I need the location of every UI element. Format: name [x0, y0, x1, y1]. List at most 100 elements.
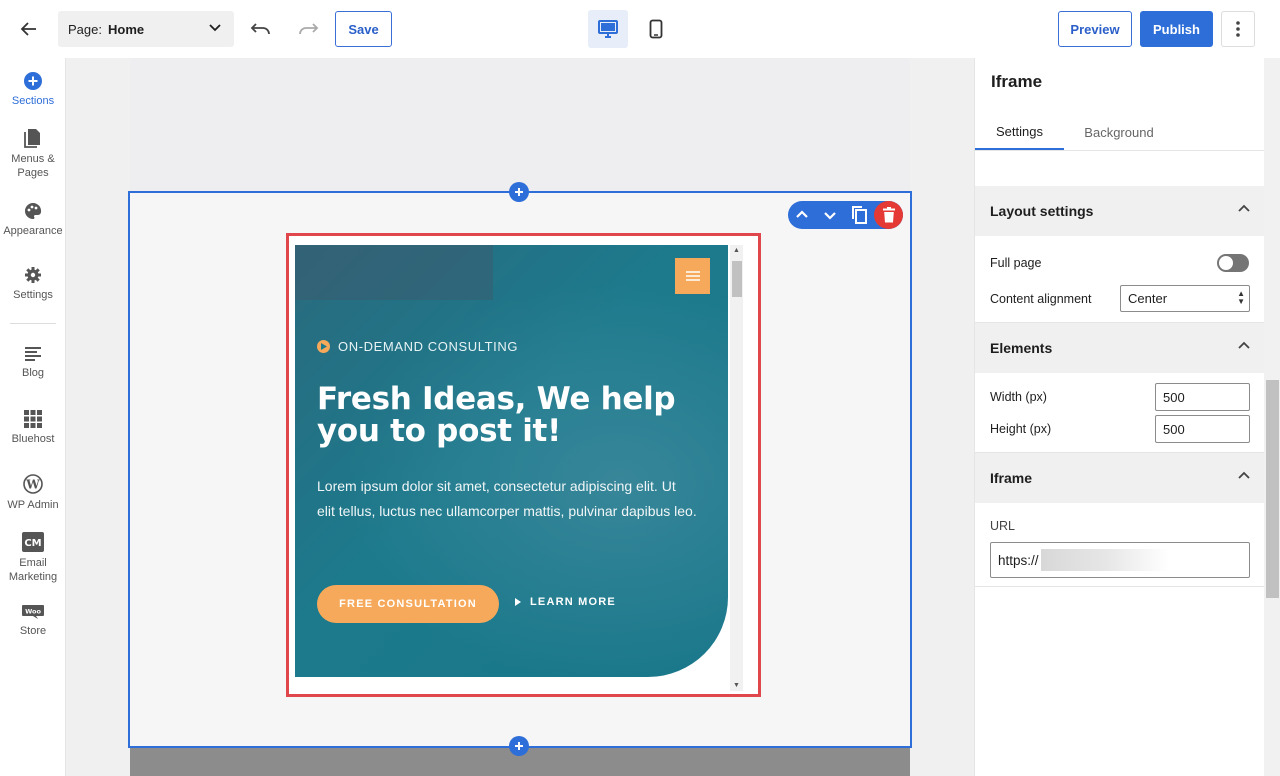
- page-select-value: Home: [107, 21, 145, 37]
- content-alignment-select[interactable]: Center ▲ ▼: [1120, 285, 1250, 312]
- delete-section-button[interactable]: [874, 201, 903, 229]
- hero-eyebrow: ON-DEMAND CONSULTING: [317, 339, 518, 354]
- sidebar-item-label: Email Marketing: [8, 557, 58, 583]
- free-consultation-button[interactable]: FREE CONSULTATION: [317, 585, 499, 623]
- iframe-scrollbar[interactable]: ▲ ▼: [730, 245, 743, 691]
- layout-settings-header[interactable]: Layout settings: [975, 186, 1264, 236]
- learn-more-link[interactable]: LEARN MORE: [515, 596, 616, 608]
- settings-panel: Iframe Settings Background Layout settin…: [974, 58, 1280, 776]
- add-section-below-button[interactable]: [509, 736, 529, 756]
- hero-title: Fresh Ideas, We help you to post it!: [317, 381, 676, 449]
- sidebar-item-label: Bluehost: [11, 433, 55, 445]
- sidebar-item-label: WP Admin: [7, 499, 59, 511]
- desktop-view-button[interactable]: [588, 10, 628, 48]
- move-up-button[interactable]: [792, 205, 812, 225]
- iframe-element[interactable]: ON-DEMAND CONSULTING Fresh Ideas, We hel…: [286, 233, 761, 697]
- save-button[interactable]: Save: [335, 11, 392, 47]
- desktop-icon: [598, 20, 618, 38]
- url-input[interactable]: https://: [990, 542, 1250, 578]
- hamburger-menu-button[interactable]: [675, 258, 710, 294]
- toggle-knob: [1219, 256, 1233, 270]
- site-logo[interactable]: [295, 245, 493, 300]
- content-alignment-label: Content alignment: [990, 292, 1092, 306]
- left-sidebar: Sections Menus & Pages Appearance Settin…: [0, 58, 66, 776]
- sidebar-item-label: Settings: [13, 289, 53, 301]
- elements-title: Elements: [990, 340, 1053, 356]
- sidebar-item-label: Menus & Pages: [11, 153, 55, 179]
- panel-title: Iframe: [991, 72, 1043, 91]
- redo-icon: [299, 23, 319, 35]
- width-label: Width (px): [990, 390, 1047, 404]
- panel-scrollbar-thumb[interactable]: [1266, 380, 1279, 598]
- undo-button[interactable]: [246, 14, 276, 44]
- more-vertical-icon: [1236, 21, 1240, 37]
- chevron-up-icon: [1238, 204, 1250, 212]
- preview-button[interactable]: Preview: [1058, 11, 1132, 47]
- svg-text:Woo: Woo: [25, 608, 41, 616]
- grid-icon: [24, 410, 42, 428]
- caret-right-icon: [515, 598, 521, 606]
- tab-settings[interactable]: Settings: [975, 114, 1064, 150]
- sidebar-item-bluehost[interactable]: Bluehost: [0, 410, 66, 446]
- elements-header[interactable]: Elements: [975, 323, 1264, 373]
- width-input[interactable]: 500: [1155, 383, 1250, 411]
- chevron-down-icon: [824, 212, 836, 220]
- panel-scrollbar[interactable]: [1264, 58, 1280, 776]
- iframe-scrollbar-thumb[interactable]: [732, 261, 742, 297]
- sidebar-item-settings[interactable]: Settings: [0, 266, 66, 302]
- more-options-button[interactable]: [1221, 11, 1255, 47]
- plus-icon: [515, 188, 523, 196]
- menu-icon: [685, 271, 700, 281]
- divider: [975, 150, 1264, 151]
- wordpress-icon: W: [23, 474, 43, 494]
- chevron-up-icon: [1238, 471, 1250, 479]
- page-select-label: Page:: [68, 21, 102, 37]
- page-select[interactable]: Page: Home: [58, 11, 234, 47]
- sidebar-item-sections[interactable]: Sections: [0, 72, 66, 108]
- mobile-view-button[interactable]: [636, 10, 676, 48]
- url-label: URL: [990, 519, 1016, 533]
- cm-icon: CM: [22, 532, 44, 552]
- layout-settings-title: Layout settings: [990, 203, 1094, 219]
- learn-more-label: LEARN MORE: [530, 596, 616, 608]
- scroll-down-arrow-icon[interactable]: ▼: [733, 682, 740, 689]
- plus-icon: [515, 742, 523, 750]
- arrow-left-icon: [20, 22, 36, 36]
- duplicate-button[interactable]: [849, 205, 869, 225]
- full-page-toggle[interactable]: [1217, 254, 1249, 272]
- mobile-icon: [649, 19, 663, 39]
- sidebar-divider: [10, 323, 56, 324]
- sidebar-item-wp-admin[interactable]: W WP Admin: [0, 474, 66, 512]
- copy-icon: [852, 206, 867, 224]
- chevron-down-icon: [209, 24, 221, 32]
- trash-icon: [882, 207, 895, 223]
- sidebar-item-label: Store: [19, 625, 47, 637]
- gear-icon: [25, 267, 41, 283]
- back-button[interactable]: [14, 14, 44, 44]
- height-input[interactable]: 500: [1155, 415, 1250, 443]
- add-section-above-button[interactable]: [509, 182, 529, 202]
- iframe-section-title: Iframe: [990, 470, 1033, 486]
- tab-background[interactable]: Background: [1071, 114, 1167, 150]
- woo-icon: Woo: [22, 605, 44, 619]
- move-down-button[interactable]: [820, 205, 840, 225]
- redo-button[interactable]: [293, 14, 323, 44]
- publish-button[interactable]: Publish: [1140, 11, 1213, 47]
- sidebar-item-blog[interactable]: Blog: [0, 346, 66, 380]
- sidebar-item-label: Blog: [21, 367, 45, 379]
- sidebar-item-label: Sections: [11, 95, 55, 107]
- undo-icon: [250, 23, 270, 35]
- sidebar-item-store[interactable]: Woo Store: [0, 604, 66, 638]
- iframe-header[interactable]: Iframe: [975, 453, 1264, 503]
- play-icon: [317, 340, 330, 353]
- sidebar-item-email-marketing[interactable]: CM Email Marketing: [0, 532, 66, 584]
- redacted-url: [1040, 549, 1169, 571]
- chevron-up-icon: [1238, 341, 1250, 349]
- sidebar-item-appearance[interactable]: Appearance: [0, 202, 66, 238]
- scroll-up-arrow-icon[interactable]: ▲: [733, 247, 740, 254]
- iframe-hero: ON-DEMAND CONSULTING Fresh Ideas, We hel…: [295, 245, 728, 677]
- svg-text:CM: CM: [24, 538, 41, 549]
- top-toolbar: Page: Home Save Preview Publish: [0, 0, 1280, 58]
- sidebar-item-menus-pages[interactable]: Menus & Pages: [0, 128, 66, 180]
- url-value: https://: [998, 552, 1039, 568]
